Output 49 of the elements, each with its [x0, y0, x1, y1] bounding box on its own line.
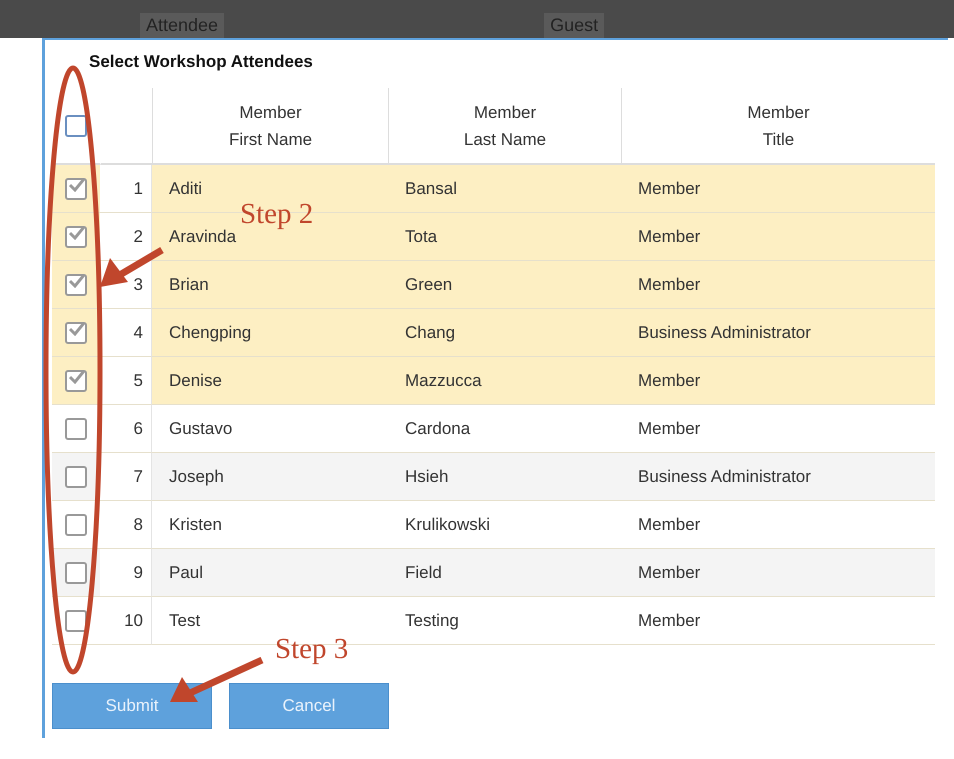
checkbox[interactable]	[65, 114, 87, 136]
table-cell: Member	[621, 549, 935, 597]
row-number: 8	[100, 501, 152, 549]
checkbox[interactable]	[65, 274, 87, 296]
checkbox[interactable]	[65, 514, 87, 536]
table-cell: Member	[621, 357, 935, 405]
table-cell: Business Administrator	[621, 309, 935, 357]
table-cell: Member	[621, 261, 935, 309]
checkbox[interactable]	[65, 178, 87, 200]
checkbox[interactable]	[65, 418, 87, 440]
check-icon	[69, 322, 85, 336]
row-number: 4	[100, 309, 152, 357]
check-icon	[69, 178, 85, 192]
table-cell: Green	[388, 261, 621, 309]
table-cell: Tota	[388, 213, 621, 261]
row-number: 6	[100, 405, 152, 453]
table-cell: Member	[621, 213, 935, 261]
row-number: 7	[100, 453, 152, 501]
table-cell: Joseph	[152, 453, 388, 501]
row-number: 2	[100, 213, 152, 261]
check-icon	[69, 226, 85, 240]
checkbox[interactable]	[65, 322, 87, 344]
checkbox[interactable]	[65, 562, 87, 584]
table-cell: Member	[621, 165, 935, 213]
checkbox[interactable]	[65, 226, 87, 248]
check-icon	[69, 370, 85, 384]
row-number: 1	[100, 165, 152, 213]
check-icon	[69, 274, 85, 288]
row-number: 5	[100, 357, 152, 405]
table-cell: Denise	[152, 357, 388, 405]
checkbox[interactable]	[65, 370, 87, 392]
table-cell: Bansal	[388, 165, 621, 213]
row-number: 10	[100, 597, 152, 645]
cancel-button[interactable]: Cancel	[229, 683, 389, 729]
column-header: Attendee	[140, 13, 224, 38]
table-cell: Chang	[388, 309, 621, 357]
submit-button[interactable]: Submit	[52, 683, 212, 729]
table-cell: Brian	[152, 261, 388, 309]
table-cell: Hsieh	[388, 453, 621, 501]
table-cell: Field	[388, 549, 621, 597]
column-header: Guest	[544, 13, 604, 38]
checkbox[interactable]	[65, 466, 87, 488]
table-cell: Paul	[152, 549, 388, 597]
table-cell: Mazzucca	[388, 357, 621, 405]
table-cell: Business Administrator	[621, 453, 935, 501]
checkbox[interactable]	[65, 610, 87, 632]
row-number: 9	[100, 549, 152, 597]
table-cell: Chengping	[152, 309, 388, 357]
dialog-title: Select Workshop Attendees	[89, 52, 314, 72]
